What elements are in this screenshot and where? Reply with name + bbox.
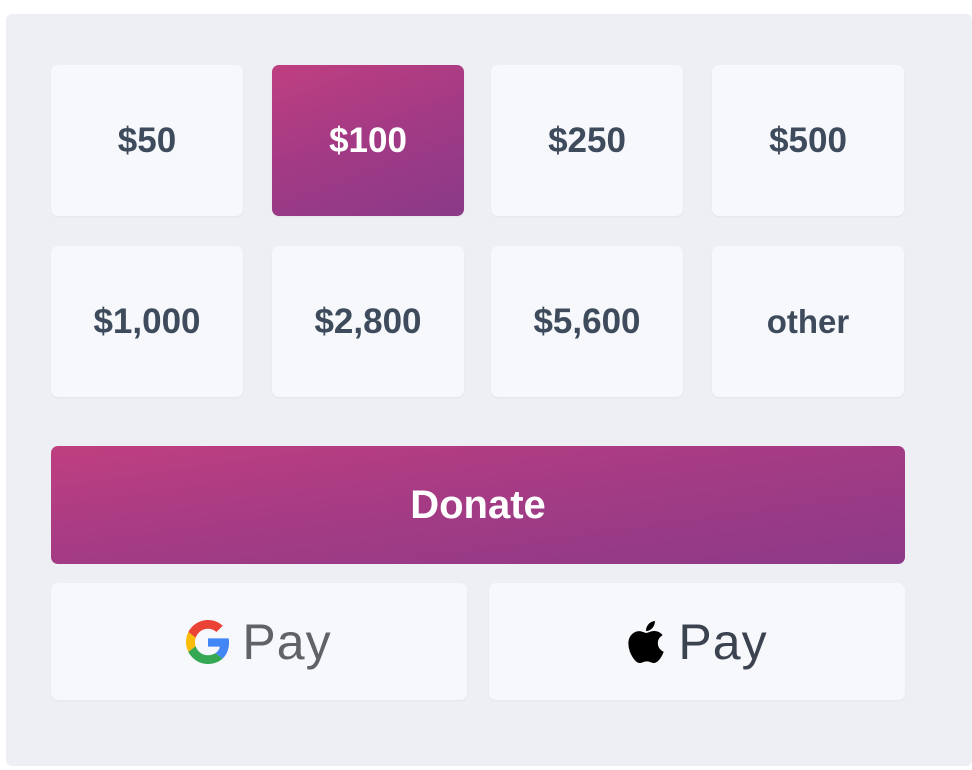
amount-option-1000[interactable]: $1,000 (51, 246, 243, 397)
amount-option-50[interactable]: $50 (51, 65, 243, 216)
amount-option-2800[interactable]: $2,800 (272, 246, 464, 397)
amount-option-500[interactable]: $500 (712, 65, 904, 216)
amount-option-other[interactable]: other (712, 246, 904, 397)
donate-button[interactable]: Donate (51, 446, 905, 564)
google-g-icon (186, 619, 230, 664)
apple-logo-icon (626, 618, 666, 666)
amount-option-5600[interactable]: $5,600 (491, 246, 683, 397)
google-pay-button[interactable]: Pay (51, 583, 467, 700)
apple-pay-button[interactable]: Pay (489, 583, 905, 700)
donate-button-label: Donate (410, 482, 546, 527)
amount-option-100[interactable]: $100 (272, 65, 464, 216)
google-pay-label: Pay (242, 613, 332, 670)
amount-option-250[interactable]: $250 (491, 65, 683, 216)
apple-pay-label: Pay (678, 613, 768, 670)
